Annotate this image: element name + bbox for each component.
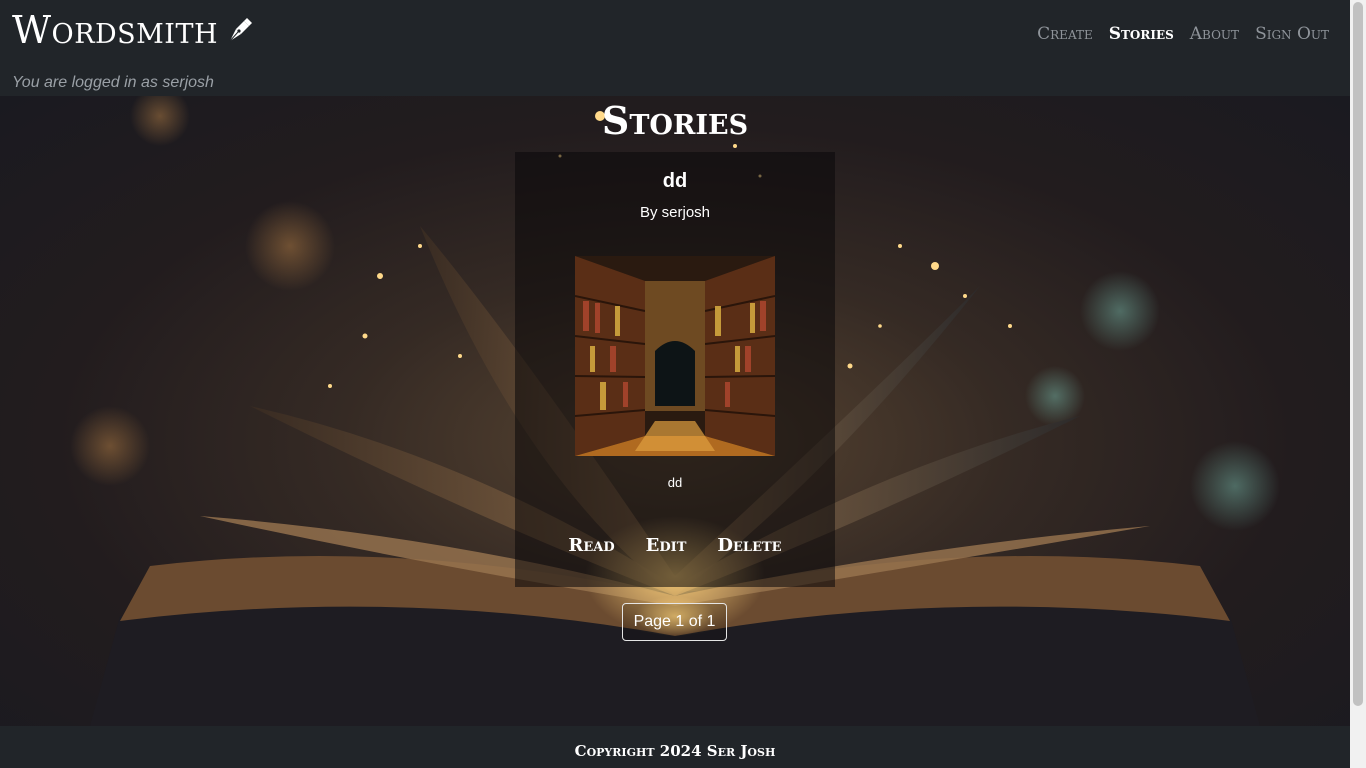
- brand-logo-link[interactable]: Wordsmith: [12, 8, 254, 52]
- brand-title: Wordsmith: [12, 8, 219, 52]
- story-description: dd: [667, 475, 683, 490]
- nav-stories-link[interactable]: Stories: [1109, 24, 1174, 44]
- pen-nib-icon: [229, 18, 253, 42]
- navbar: Wordsmith You are logged in as serjosh C…: [0, 0, 1350, 96]
- pagination-indicator: Page 1 of 1: [622, 603, 727, 641]
- nav-about-link[interactable]: About: [1190, 24, 1239, 44]
- story-actions: Read Edit Delete: [515, 535, 835, 556]
- delete-story-link[interactable]: Delete: [717, 535, 781, 556]
- scrollbar-thumb[interactable]: [1353, 2, 1363, 706]
- nav-sign-out-link[interactable]: Sign Out: [1255, 24, 1329, 44]
- logged-in-status: You are logged in as serjosh: [12, 74, 214, 91]
- stories-section: Stories dd By serjosh dd Read Edit Delet…: [0, 96, 1350, 726]
- story-author: By serjosh: [639, 204, 711, 221]
- edit-story-link[interactable]: Edit: [646, 535, 687, 556]
- copyright-text: Copyright 2024 Ser Josh: [574, 742, 776, 760]
- nav-create-link[interactable]: Create: [1037, 24, 1093, 44]
- story-cover-image: [575, 256, 775, 456]
- footer: Copyright 2024 Ser Josh: [0, 726, 1350, 768]
- nav-links: Create Stories About Sign Out: [1037, 24, 1329, 44]
- page-scrollbar[interactable]: [1350, 0, 1366, 768]
- story-title: dd: [662, 170, 688, 192]
- read-story-link[interactable]: Read: [568, 535, 614, 556]
- page-title: Stories: [601, 98, 749, 143]
- story-card: dd By serjosh dd Read Edit Delete: [515, 152, 835, 587]
